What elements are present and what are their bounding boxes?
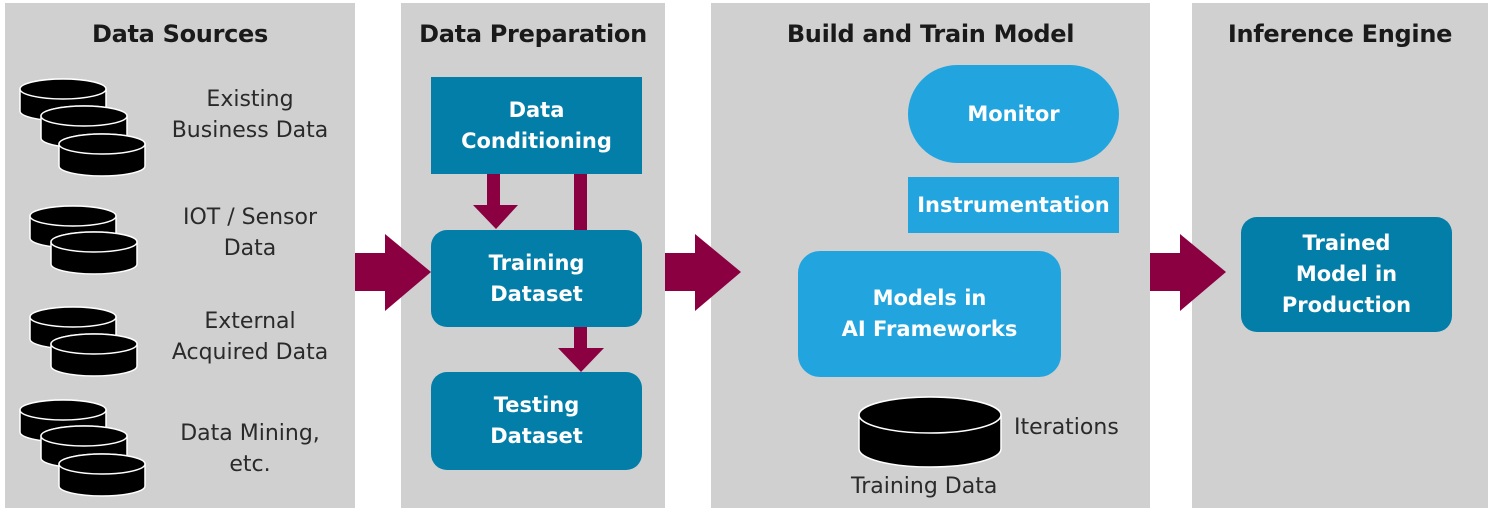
box-label: Dataset bbox=[490, 281, 583, 306]
box-label: Production bbox=[1281, 293, 1412, 317]
box-label: Trained bbox=[1302, 231, 1391, 255]
training-dataset-box[interactable]: Training Dataset bbox=[431, 230, 642, 327]
arrow-conditioning-to-training bbox=[473, 174, 518, 229]
training-data-label: Training Data bbox=[851, 474, 998, 499]
arrow-training-to-testing bbox=[558, 327, 604, 372]
box-label: AI Frameworks bbox=[841, 317, 1018, 341]
models-ai-frameworks-box[interactable]: Models in AI Frameworks bbox=[798, 251, 1061, 377]
box-label: Training bbox=[488, 250, 585, 275]
box-label: Models in bbox=[872, 286, 987, 310]
box-label: Conditioning bbox=[461, 128, 612, 153]
monitor-box[interactable]: Monitor bbox=[908, 65, 1119, 163]
arrow-sources-to-prep bbox=[355, 234, 431, 311]
arrow-build-to-inference bbox=[1150, 234, 1226, 311]
box-label: Dataset bbox=[490, 424, 583, 448]
arrow-prep-to-build bbox=[665, 234, 741, 311]
box-label: Instrumentation bbox=[917, 192, 1110, 217]
box-label: Model in bbox=[1295, 262, 1398, 286]
data-conditioning-box[interactable]: Data Conditioning bbox=[431, 77, 642, 174]
instrumentation-box[interactable]: Instrumentation bbox=[908, 177, 1119, 233]
testing-dataset-box[interactable]: Testing Dataset bbox=[431, 372, 642, 470]
connector-conditioning-training bbox=[574, 174, 587, 230]
trained-model-box[interactable]: Trained Model in Production bbox=[1241, 217, 1452, 332]
box-label: Testing bbox=[493, 393, 580, 417]
iterations-label: Iterations bbox=[1014, 415, 1119, 440]
box-label: Monitor bbox=[967, 101, 1060, 126]
box-label: Data bbox=[508, 97, 565, 122]
